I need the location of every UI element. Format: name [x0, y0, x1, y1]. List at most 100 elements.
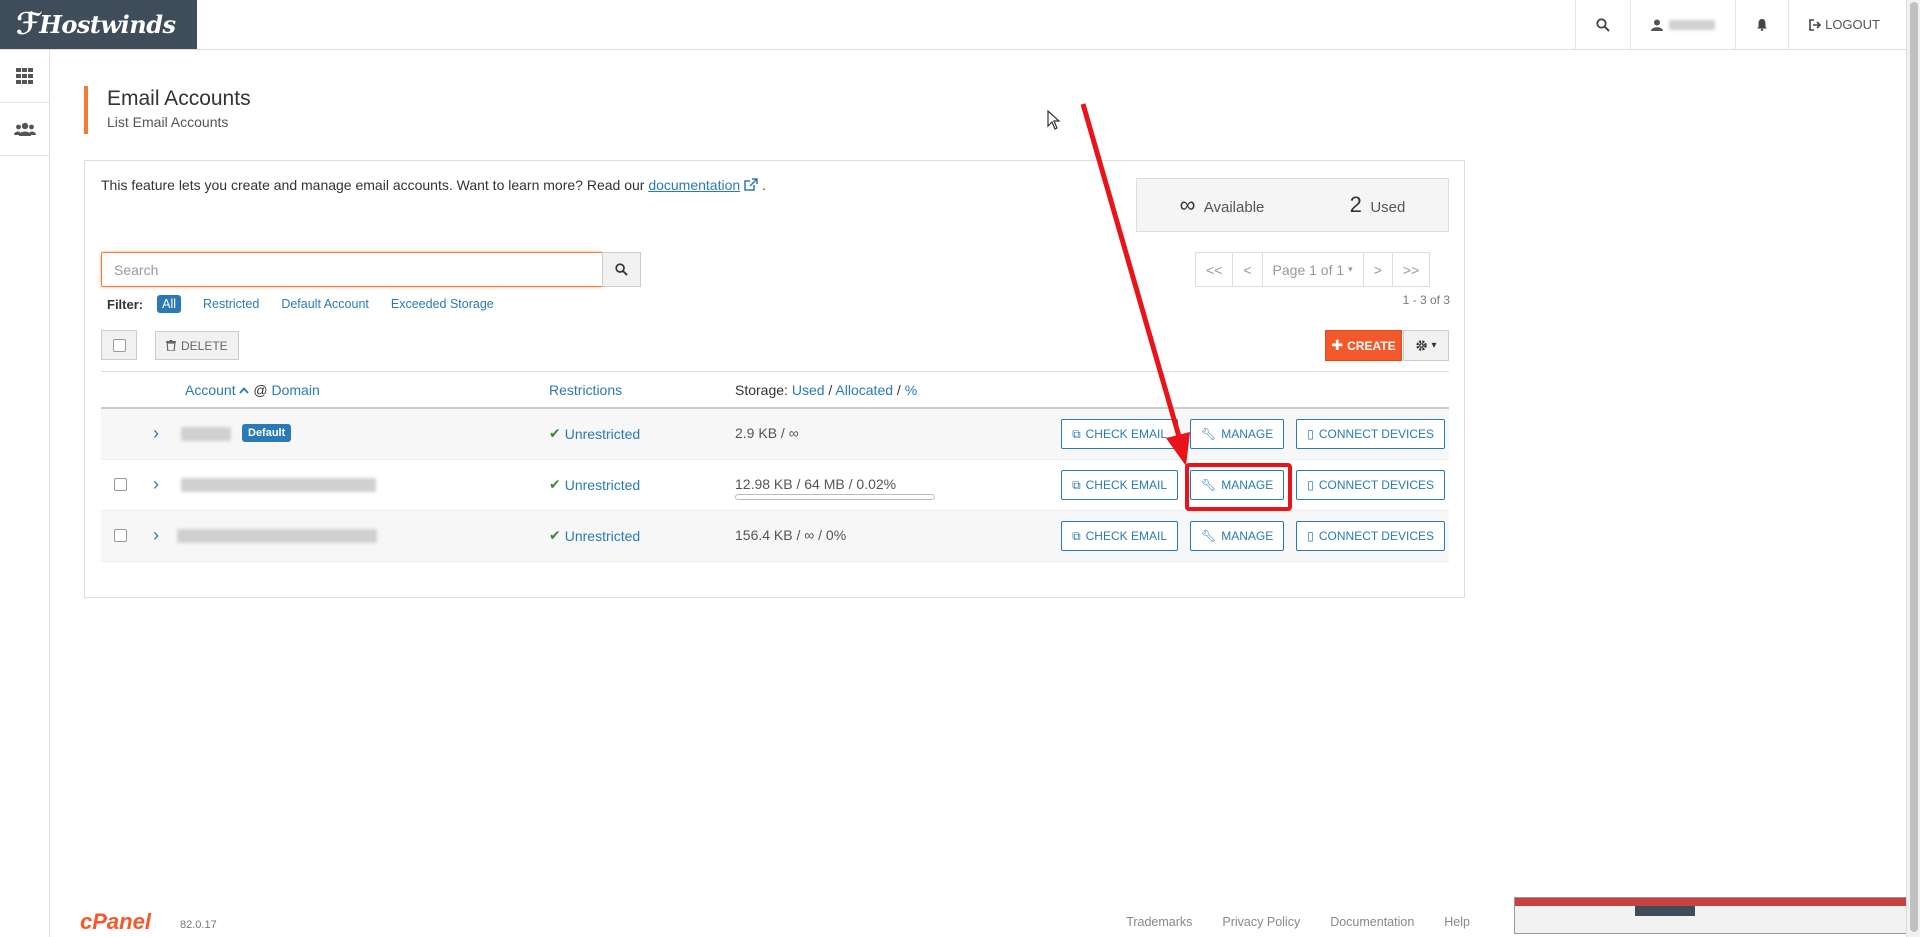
caret-down-icon: ▾ — [1431, 340, 1437, 351]
available-label: Available — [1203, 199, 1265, 216]
next-page-button[interactable]: > — [1362, 252, 1393, 287]
plus-icon: ✚ — [1331, 337, 1344, 353]
manage-label: MANAGE — [1221, 529, 1274, 543]
prev-page-button[interactable]: < — [1232, 252, 1263, 287]
row-actions: ⧉ CHECK EMAIL 🔧︎ MANAGE ▯ CONNECT DEVICES — [1061, 419, 1445, 449]
percent-sort-link[interactable]: % — [905, 382, 917, 398]
connect-devices-label: CONNECT DEVICES — [1318, 478, 1434, 492]
checkbox-box — [114, 529, 127, 542]
domain-sort-link[interactable]: Domain — [271, 382, 319, 398]
external-link-icon[interactable] — [744, 178, 758, 191]
user-menu[interactable] — [1630, 0, 1735, 49]
page-select[interactable]: Page 1 of 1 ▾ — [1261, 252, 1364, 287]
expand-chevron-icon[interactable]: › — [153, 525, 159, 546]
row-checkbox[interactable] — [114, 478, 127, 491]
restriction-status[interactable]: ✔ Unrestricted — [549, 527, 640, 544]
storage-label: Storage: — [735, 382, 788, 398]
annotation-highlight-box — [1185, 463, 1292, 511]
restriction-label: Unrestricted — [564, 476, 641, 493]
filter-bar: Filter: All Restricted Default Account E… — [107, 295, 516, 313]
expand-chevron-icon[interactable]: › — [153, 474, 159, 495]
mobile-icon: ▯ — [1307, 427, 1314, 441]
account-sort-link[interactable]: Account — [185, 382, 236, 398]
check-email-button[interactable]: ⧉ CHECK EMAIL — [1061, 521, 1178, 551]
top-bar: ℱ Hostwinds LOGOUT — [0, 0, 1906, 50]
first-page-button[interactable]: << — [1195, 252, 1234, 287]
intro-text: This feature lets you create and manage … — [101, 177, 766, 193]
settings-dropdown[interactable]: ▾ — [1403, 330, 1449, 361]
row-actions: ⧉ CHECK EMAIL 🔧︎ MANAGE ▯ CONNECT DEVICES — [1061, 521, 1445, 551]
restriction-status[interactable]: ✔ Unrestricted — [549, 476, 640, 493]
manage-button[interactable]: 🔧︎ MANAGE — [1190, 521, 1285, 551]
page-header: Email Accounts List Email Accounts — [84, 86, 251, 134]
row-checkbox[interactable] — [114, 529, 127, 542]
available-value: ∞ — [1179, 192, 1196, 217]
logout-button[interactable]: LOGOUT — [1788, 0, 1906, 49]
expand-chevron-icon[interactable]: › — [153, 423, 159, 444]
restrictions-header: Restrictions — [549, 382, 622, 398]
footer-links: Trademarks Privacy Policy Documentation … — [1126, 915, 1470, 929]
gear-icon — [1416, 340, 1428, 351]
at-sign: @ — [253, 382, 268, 398]
pagination: << < Page 1 of 1 ▾ > >> — [1195, 252, 1431, 287]
intro-body: This feature lets you create and manage … — [101, 177, 645, 193]
footer: cPanel 82.0.17 Trademarks Privacy Policy… — [80, 905, 1470, 935]
select-all-checkbox[interactable] — [101, 330, 137, 360]
footer-link-help[interactable]: Help — [1444, 915, 1470, 929]
search-button[interactable] — [602, 252, 641, 287]
connect-devices-button[interactable]: ▯ CONNECT DEVICES — [1296, 521, 1445, 551]
check-email-button[interactable]: ⧉ CHECK EMAIL — [1061, 419, 1178, 449]
filter-default-account[interactable]: Default Account — [281, 297, 369, 311]
search-input[interactable]: Search — [101, 252, 604, 287]
page-select-label: Page 1 of 1 — [1272, 261, 1345, 278]
filter-all[interactable]: All — [157, 295, 182, 313]
create-button[interactable]: ✚ CREATE — [1325, 330, 1402, 361]
filter-exceeded-storage[interactable]: Exceeded Storage — [391, 297, 494, 311]
search-icon — [1596, 17, 1610, 32]
hostwinds-logo[interactable]: ℱ Hostwinds — [0, 0, 197, 49]
sidebar-item-tools[interactable] — [0, 50, 49, 103]
footer-link-documentation[interactable]: Documentation — [1330, 915, 1414, 929]
screenshot-thumbnail — [1514, 897, 1914, 934]
restriction-label: Unrestricted — [564, 527, 641, 544]
scrollbar-thumb[interactable] — [1910, 2, 1918, 932]
used-stat: 2 Used — [1350, 192, 1406, 218]
caret-down-icon: ▾ — [1348, 264, 1353, 274]
default-badge: Default — [242, 424, 292, 442]
manage-button[interactable]: 🔧︎ MANAGE — [1190, 419, 1285, 449]
filter-restricted[interactable]: Restricted — [203, 297, 259, 311]
connect-devices-button[interactable]: ▯ CONNECT DEVICES — [1296, 419, 1445, 449]
check-email-button[interactable]: ⧉ CHECK EMAIL — [1061, 470, 1178, 500]
sort-up-icon[interactable] — [239, 387, 250, 394]
footer-link-privacy-policy[interactable]: Privacy Policy — [1222, 915, 1300, 929]
notifications-button[interactable] — [1735, 0, 1788, 49]
allocated-sort-link[interactable]: Allocated — [835, 382, 893, 398]
delete-label: DELETE — [181, 338, 228, 353]
footer-link-trademarks[interactable]: Trademarks — [1126, 915, 1192, 929]
storage-usage-bar — [735, 494, 935, 500]
storage-value: 2.9 KB / ∞ — [735, 425, 799, 441]
search-nav-button[interactable] — [1575, 0, 1630, 49]
used-sort-link[interactable]: Used — [792, 382, 825, 398]
external-link-icon: ⧉ — [1072, 477, 1081, 492]
create-label: CREATE — [1347, 338, 1396, 353]
storage-header: Storage: Used / Allocated / % — [735, 382, 918, 398]
restrictions-sort-link[interactable]: Restrictions — [549, 382, 622, 398]
external-link-icon: ⧉ — [1072, 528, 1081, 543]
storage-value: 12.98 KB / 64 MB / 0.02% — [735, 476, 897, 492]
connect-devices-button[interactable]: ▯ CONNECT DEVICES — [1296, 470, 1445, 500]
delete-button[interactable]: DELETE — [155, 331, 239, 360]
documentation-link[interactable]: documentation — [648, 177, 740, 193]
table-row: › Default ✔ Unrestricted 2.9 KB / ∞ ⧉ CHE… — [101, 409, 1449, 460]
sidebar-item-users[interactable] — [0, 103, 49, 156]
user-icon — [1651, 19, 1664, 31]
cpanel-logo[interactable]: cPanel — [80, 909, 151, 935]
thumbnail-logo — [1635, 906, 1695, 916]
page-subtitle: List Email Accounts — [107, 114, 229, 130]
restriction-status[interactable]: ✔ Unrestricted — [549, 425, 640, 442]
account-name — [181, 427, 231, 441]
last-page-button[interactable]: >> — [1391, 252, 1431, 287]
brand-name: Hostwinds — [39, 10, 176, 39]
table-row: › ✔ Unrestricted 156.4 KB / ∞ / 0% ⧉ CHEC… — [101, 511, 1449, 562]
vertical-scrollbar[interactable] — [1906, 0, 1920, 937]
